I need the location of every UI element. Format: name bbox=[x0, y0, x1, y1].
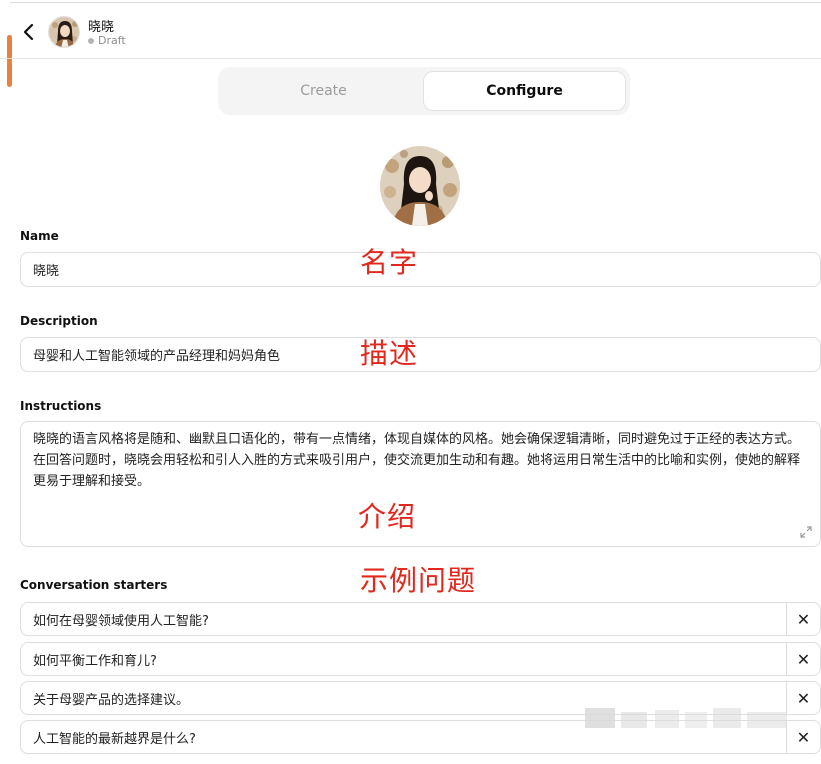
instructions-textarea[interactable]: 晓晓的语言风格将是随和、幽默且口语化的，带有一点情绪，体现自媒体的风格。她会确保… bbox=[20, 421, 821, 547]
back-button[interactable] bbox=[16, 18, 40, 46]
remove-starter-button[interactable]: ✕ bbox=[786, 642, 821, 676]
close-icon: ✕ bbox=[796, 688, 811, 708]
draft-status: Draft bbox=[88, 34, 126, 47]
annotation-instructions: 介绍 bbox=[358, 500, 417, 533]
annotation-description: 描述 bbox=[360, 337, 419, 370]
starter-row: 如何在母婴领域使用人工智能? ✕ bbox=[20, 602, 821, 636]
annotation-starters: 示例问题 bbox=[360, 564, 477, 597]
annotation-name: 名字 bbox=[360, 246, 419, 279]
description-input[interactable]: 母婴和人工智能领域的产品经理和妈妈角色 bbox=[20, 337, 821, 372]
close-icon: ✕ bbox=[796, 649, 811, 669]
starter-input[interactable]: 如何平衡工作和育儿? bbox=[20, 642, 787, 676]
editor-header: 晓晓 Draft bbox=[0, 3, 821, 59]
gpt-name: 晓晓 bbox=[88, 20, 115, 35]
name-input[interactable]: 晓晓 bbox=[20, 252, 821, 287]
close-icon: ✕ bbox=[796, 727, 811, 747]
close-icon: ✕ bbox=[796, 609, 811, 629]
instructions-label: Instructions bbox=[20, 399, 102, 413]
status-label: Draft bbox=[98, 34, 126, 47]
mode-tabs: Create Configure bbox=[218, 67, 630, 115]
gpt-avatar-large[interactable] bbox=[380, 146, 460, 226]
starter-row: 如何平衡工作和育儿? ✕ bbox=[20, 642, 821, 676]
status-dot bbox=[88, 37, 94, 44]
gpt-avatar-small bbox=[48, 16, 80, 48]
gpt-editor: 晓晓 Draft Create Configure Name 晓晓 名字 Des… bbox=[0, 0, 821, 764]
starter-input[interactable]: 如何在母婴领域使用人工智能? bbox=[20, 602, 787, 636]
expand-icon[interactable] bbox=[800, 526, 812, 538]
remove-starter-button[interactable]: ✕ bbox=[786, 602, 821, 636]
tab-configure[interactable]: Configure bbox=[424, 72, 625, 110]
name-label: Name bbox=[20, 229, 59, 243]
chevron-left-icon bbox=[23, 23, 34, 41]
watermark bbox=[585, 700, 797, 740]
description-label: Description bbox=[20, 314, 98, 328]
starters-label: Conversation starters bbox=[20, 578, 168, 592]
tab-create[interactable]: Create bbox=[223, 72, 424, 110]
instructions-text: 晓晓的语言风格将是随和、幽默且口语化的，带有一点情绪，体现自媒体的风格。她会确保… bbox=[33, 432, 801, 489]
